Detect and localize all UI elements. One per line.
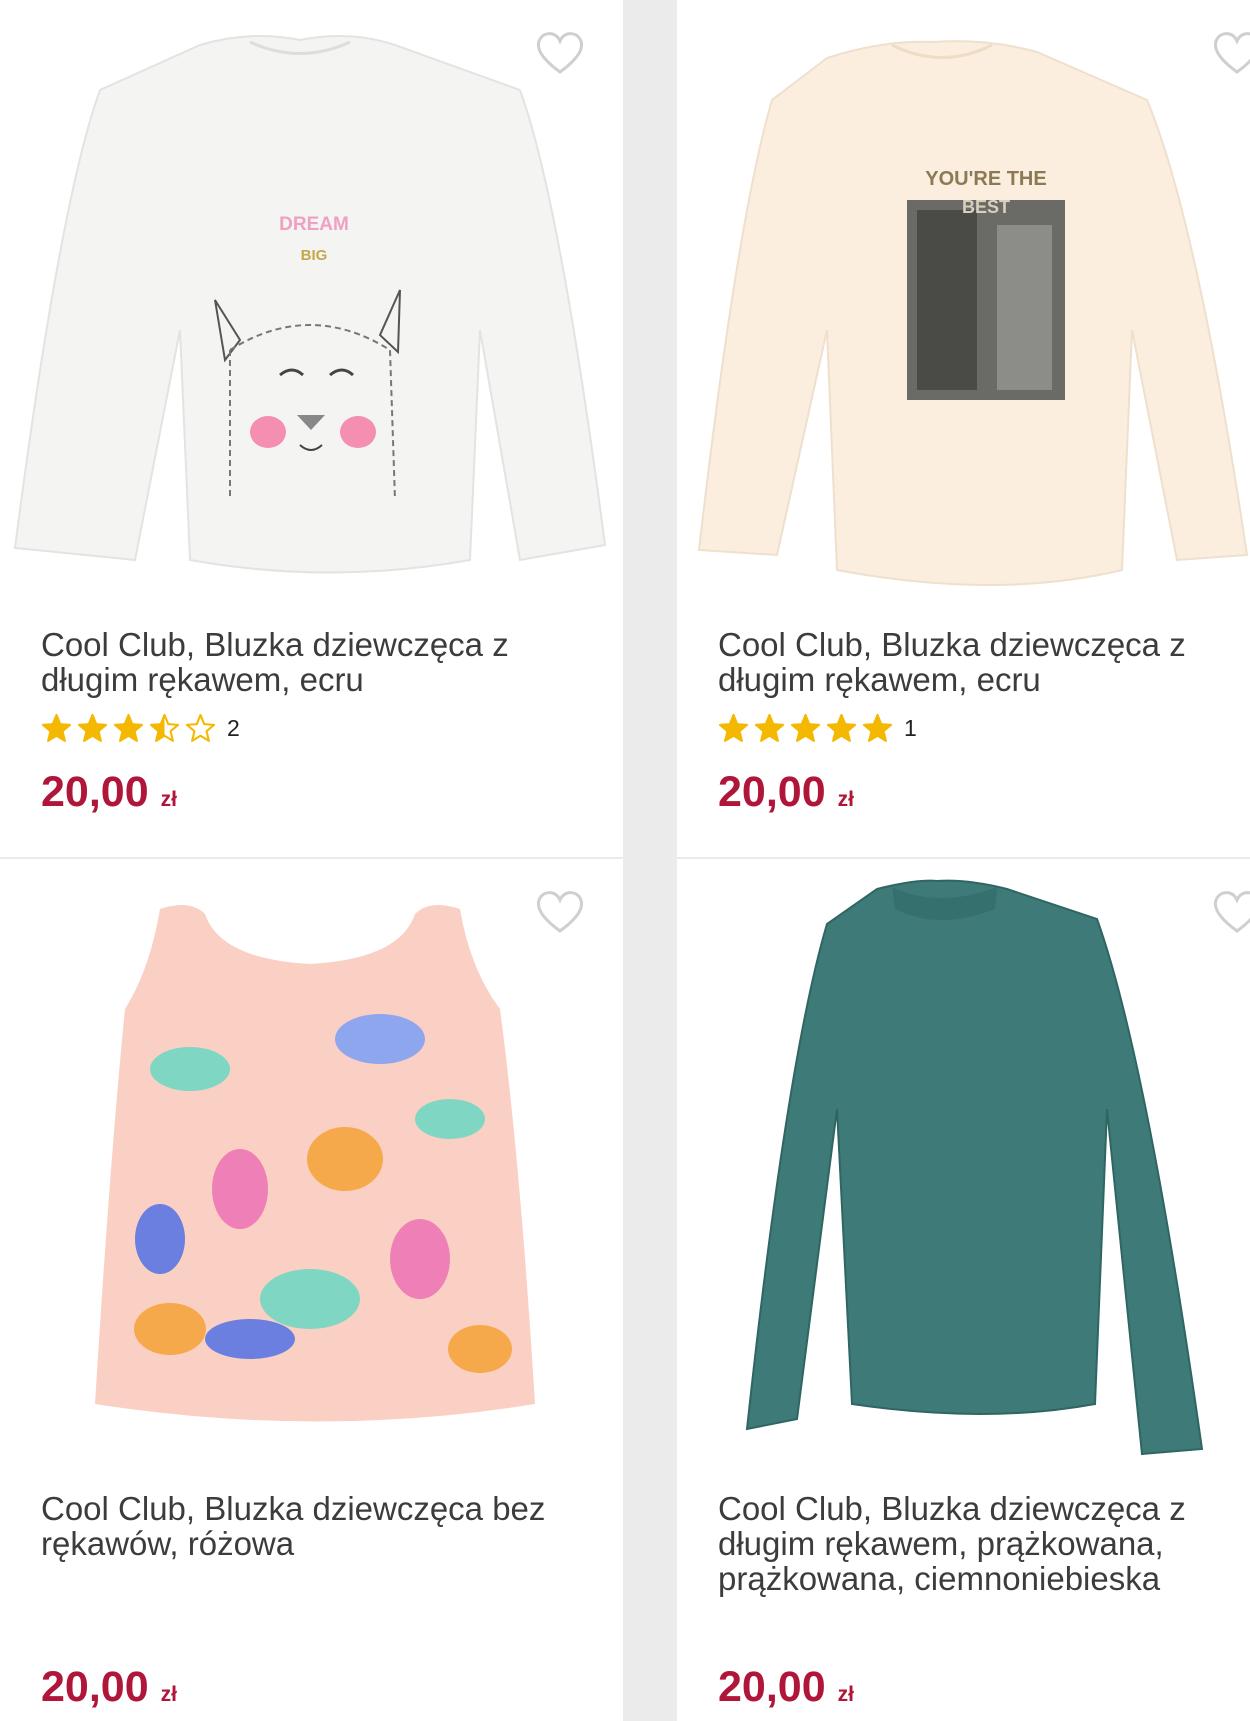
star-icon: [185, 713, 216, 742]
star-icon: [149, 713, 180, 742]
star-icon: [826, 713, 857, 742]
price-value: 20,00: [41, 768, 149, 816]
print-text-line-1: YOU'RE THE: [925, 168, 1046, 190]
star-icon: [790, 713, 821, 742]
price-value: 20,00: [718, 1663, 826, 1711]
rating-count: 2: [227, 714, 240, 741]
product-card[interactable]: Cool Club, Bluzka dziewczęca z długim rę…: [677, 859, 1250, 1721]
star-icon: [113, 713, 144, 742]
favorite-heart-icon[interactable]: [534, 889, 586, 935]
favorite-heart-icon[interactable]: [1211, 889, 1250, 935]
product-title[interactable]: Cool Club, Bluzka dziewczęca bez rękawów…: [41, 1491, 581, 1561]
product-price: 20,00 zł: [718, 1663, 854, 1712]
favorite-heart-icon[interactable]: [1211, 30, 1250, 76]
product-card[interactable]: Cool Club, Bluzka dziewczęca bez rękawów…: [0, 859, 623, 1721]
product-rating: 1: [718, 712, 917, 744]
product-image[interactable]: [677, 859, 1250, 1459]
rating-count: 1: [904, 714, 917, 741]
star-icon: [41, 713, 72, 742]
product-title[interactable]: Cool Club, Bluzka dziewczęca z długim rę…: [718, 627, 1238, 697]
price-value: 20,00: [718, 768, 826, 816]
star-icon: [862, 713, 893, 742]
price-currency: zł: [837, 1683, 854, 1706]
rating-stars: [718, 713, 893, 744]
product-card[interactable]: YOU'RE THE BEST Cool Club, Bluzka dziewc…: [677, 0, 1250, 857]
star-icon: [718, 713, 749, 742]
product-price: 20,00 zł: [41, 768, 177, 817]
product-rating: 2: [41, 712, 240, 744]
product-image[interactable]: YOU'RE THE BEST: [677, 0, 1250, 600]
print-text-line-2: BIG: [301, 247, 328, 264]
star-icon: [77, 713, 108, 742]
price-value: 20,00: [41, 1663, 149, 1711]
product-image[interactable]: DREAM BIG: [0, 0, 623, 600]
product-title[interactable]: Cool Club, Bluzka dziewczęca z długim rę…: [41, 627, 581, 697]
product-price: 20,00 zł: [41, 1663, 177, 1712]
star-icon: [754, 713, 785, 742]
product-image[interactable]: [0, 859, 623, 1459]
price-currency: zł: [160, 788, 177, 811]
favorite-heart-icon[interactable]: [534, 30, 586, 76]
price-currency: zł: [837, 788, 854, 811]
print-text-line-2: BEST: [962, 197, 1010, 217]
product-card[interactable]: DREAM BIG Cool Club, Bluzka dziewczęca z…: [0, 0, 623, 857]
product-title[interactable]: Cool Club, Bluzka dziewczęca z długim rę…: [718, 1491, 1238, 1596]
product-price: 20,00 zł: [718, 768, 854, 817]
price-currency: zł: [160, 1683, 177, 1706]
rating-stars: [41, 713, 216, 744]
print-text-line-1: DREAM: [279, 214, 349, 235]
